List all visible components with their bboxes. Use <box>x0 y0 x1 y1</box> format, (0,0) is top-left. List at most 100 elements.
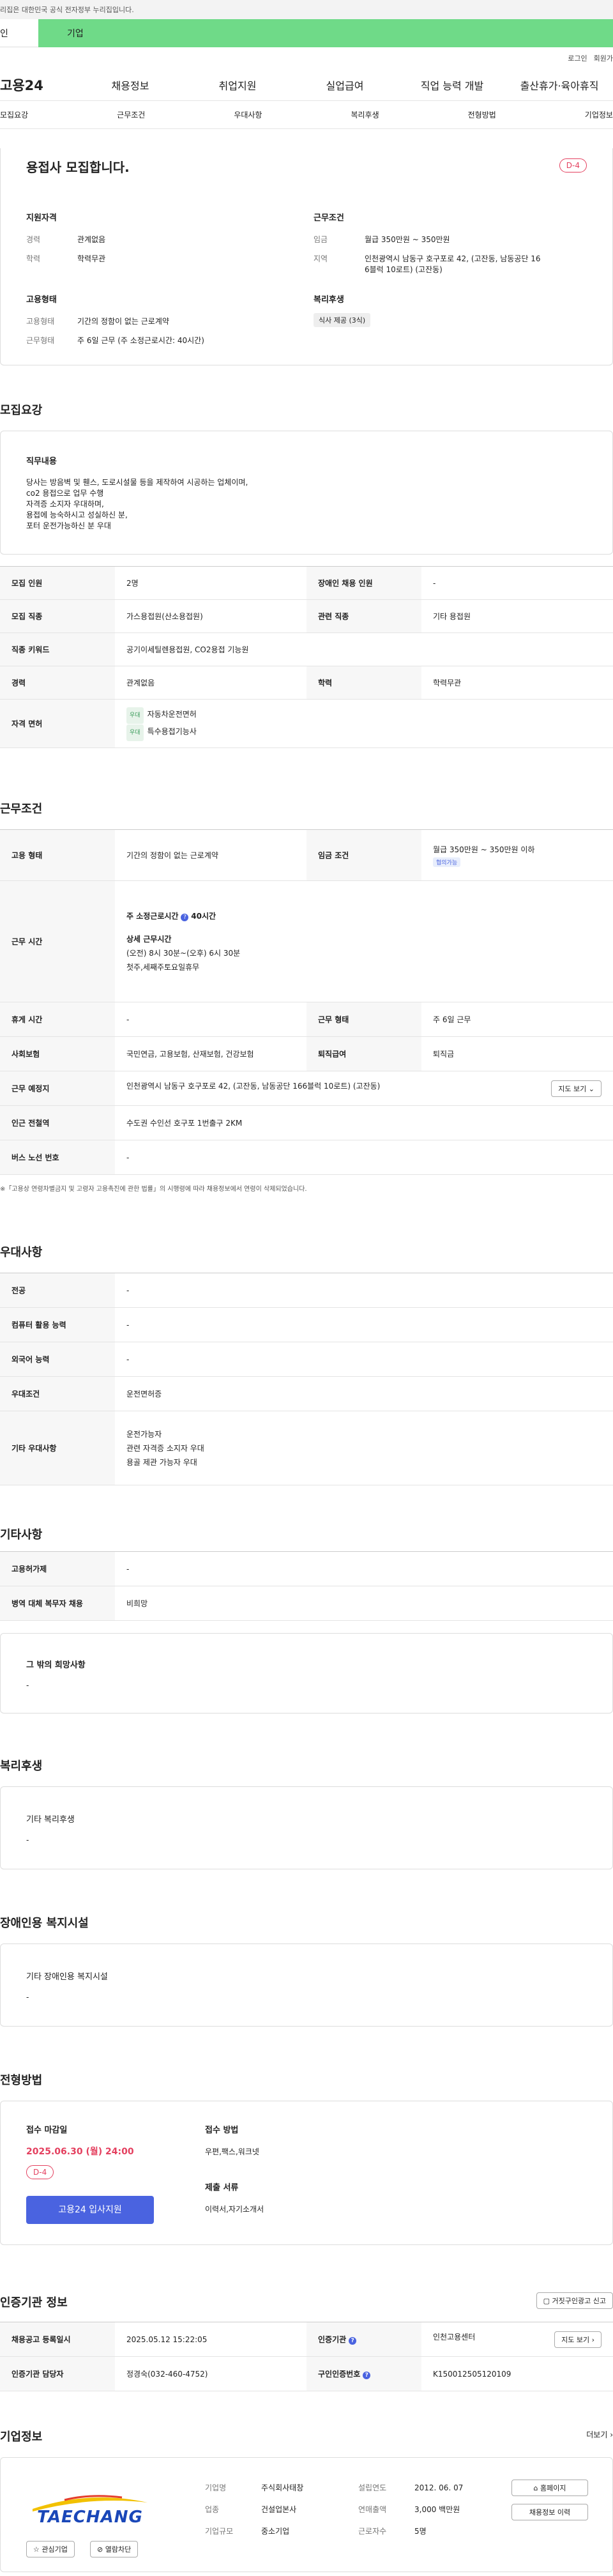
cert-map-button[interactable]: 지도 보기 › <box>554 2331 602 2348</box>
company-more-link[interactable]: 더보기 › <box>586 2429 613 2440</box>
info-icon[interactable]: ? <box>181 913 189 921</box>
disabled-section-title: 장애인용 복지시설 <box>0 1917 89 1930</box>
wage-value: 월급 350만원 ~ 350만원 이하 <box>433 845 535 854</box>
map-button[interactable]: 지도 보기 ⌄ <box>551 1080 602 1097</box>
homepage-button[interactable]: ⌂ 홈페이지 <box>511 2480 588 2496</box>
duty-line: 자격증 소지자 우대하며, <box>26 500 104 509</box>
info-icon[interactable]: ? <box>349 2337 357 2345</box>
gnb-item-training[interactable]: 직업 능력 개발 <box>398 77 506 93</box>
subnav-company[interactable]: 기업정보 <box>585 109 613 120</box>
job-type: 가스용접원(산소용접원) <box>115 599 306 633</box>
welfare-box-title: 기타 복리후생 <box>26 1815 75 1825</box>
map-button-label: 지도 보기 <box>558 1084 587 1093</box>
tab-business[interactable]: 기업 <box>38 19 613 47</box>
revenue-label: 연매출액 <box>358 2505 387 2514</box>
gnb-item-jobs[interactable]: 채용정보 <box>77 77 184 93</box>
report-button-label: 거짓구인광고 신고 <box>552 2297 606 2305</box>
loc-label: 지역 <box>314 254 328 263</box>
tab-person[interactable]: 인 <box>0 19 38 47</box>
info-icon[interactable]: ? <box>363 2372 371 2379</box>
gnb-item-unemployment[interactable]: 실업급여 <box>291 77 398 93</box>
subnav-recruit[interactable]: 모집요강 <box>0 109 28 120</box>
hours-label: 근무 시간 <box>0 880 115 1002</box>
disabled-count: - <box>421 566 613 600</box>
join-link[interactable]: 회원가 <box>594 53 613 63</box>
etc-prefer-label: 기타 우대사항 <box>0 1411 115 1485</box>
edu-label: 학력 <box>26 254 41 263</box>
license-name: 자동차운전면허 <box>147 709 197 719</box>
reg-date-value: 2025.05.12 15:22:05 <box>115 2322 306 2357</box>
company-name-label: 기업명 <box>205 2483 227 2492</box>
job-history-button[interactable]: 채용정보 이력 <box>511 2504 588 2520</box>
block-button[interactable]: ⊘ 열람차단 <box>90 2541 139 2557</box>
major-value: - <box>115 1273 613 1308</box>
qual-title: 지원자격 <box>26 213 57 223</box>
wage-label: 임금 조건 <box>306 829 421 881</box>
career-value: 관계없음 <box>115 666 306 700</box>
company-title: 기업정보 <box>0 2430 43 2444</box>
subway-label: 인근 전철역 <box>0 1105 115 1140</box>
more-label: 더보기 <box>586 2430 608 2439</box>
subway-value: 수도권 수인선 호구포 1번출구 2KM <box>115 1105 613 1140</box>
welfare-box-value: - <box>26 1836 29 1844</box>
retire-value: 퇴직금 <box>421 1036 613 1071</box>
computer-value: - <box>115 1307 613 1342</box>
other-table: 고용허가제 - 병역 대체 복무자 채용 비희망 <box>0 1551 613 1621</box>
company-fields-right: 설립연도 2012. 06. 07 연매출액 3,000 백만원 근로자수 5명 <box>358 2477 463 2542</box>
docs-label: 제출 서류 <box>205 2183 239 2193</box>
insurance-label: 사회보험 <box>0 1036 115 1071</box>
subnav-process[interactable]: 전형방법 <box>468 109 496 120</box>
fav-button[interactable]: ☆ 관심기업 <box>26 2541 75 2557</box>
retire-label: 퇴직급여 <box>306 1036 421 1071</box>
wish-card: 그 밖의 희망사항 - <box>0 1633 613 1713</box>
chevron-down-icon: ⌄ <box>588 1084 594 1093</box>
duty-line: 포터 운전가능하신 분 우대 <box>26 521 111 530</box>
language-label: 외국어 능력 <box>0 1342 115 1377</box>
subnav-conditions[interactable]: 근무조건 <box>117 109 145 120</box>
block-icon: ⊘ <box>97 2545 103 2554</box>
gov-notice-text: 리집은 대한민국 공식 전자정부 누리집입니다. <box>0 6 134 14</box>
site-logo[interactable]: 고용24 <box>0 75 77 95</box>
emptype-value: 기간의 정함이 없는 근로계약 <box>77 317 169 326</box>
wish-value: - <box>26 1681 29 1690</box>
hours-main: 주 소정근로시간 <box>126 911 179 921</box>
hours-detail-1: (오전) 8시 30분~(오후) 6시 30분 <box>126 948 241 958</box>
industry-label: 업종 <box>205 2505 220 2514</box>
global-nav: 고용24 채용정보 취업지원 실업급여 직업 능력 개발 출산휴가·육아휴직 <box>0 69 613 101</box>
apply-button[interactable]: 고용24 입사지원 <box>26 2196 154 2224</box>
report-button[interactable]: ▢ 거짓구인광고 신고 <box>536 2292 613 2309</box>
career-label: 경력 <box>0 666 115 700</box>
docs-value: 이력서,자기소개서 <box>205 2205 264 2214</box>
age-note: ※「고용상 연령차별금지 및 고령자 고용촉진에 관한 법률」의 시행령에 따라… <box>0 1186 307 1193</box>
prefer-title: 우대사항 <box>0 1246 43 1259</box>
utility-links: 로그인 회원가 <box>0 47 613 69</box>
deadline-label: 접수 마감일 <box>26 2126 68 2135</box>
recruit-table: 모집 인원 2명 장애인 채용 인원 - 모집 직종 가스용접원(산소용접원) 관련 직종… <box>0 566 613 748</box>
industry: 건설업본사 <box>261 2505 297 2514</box>
bus-value: - <box>115 1140 613 1175</box>
gnb-item-maternity[interactable]: 출산휴가·육아휴직 <box>506 77 613 93</box>
login-link[interactable]: 로그인 <box>568 53 587 63</box>
recruit-count: 2명 <box>115 566 306 600</box>
etc-prefer-item: 관련 자격증 소지자 우대 <box>126 1443 204 1453</box>
welfare-card: 기타 복리후생 - <box>0 1786 613 1869</box>
gnb-item-employment-support[interactable]: 취업지원 <box>184 77 291 93</box>
cert-title: 인증기관 정보 <box>0 2296 68 2310</box>
revenue: 3,000 백만원 <box>414 2505 460 2514</box>
founded-label: 설립연도 <box>358 2483 387 2492</box>
cert-map-button-label: 지도 보기 <box>561 2335 590 2344</box>
license-label: 자격 면허 <box>0 699 115 748</box>
conditions-title: 근무조건 <box>0 802 43 816</box>
disabled-box-title: 기타 장애인용 복지시설 <box>26 1972 108 1982</box>
home-icon: ⌂ <box>533 2484 538 2492</box>
method-label: 접수 방법 <box>205 2126 239 2135</box>
worktype-label: 근무형태 <box>26 336 55 345</box>
subnav-prefer[interactable]: 우대사항 <box>234 109 262 120</box>
chevron-right-icon: › <box>591 2335 594 2344</box>
prefer-cond-label: 우대조건 <box>0 1376 115 1411</box>
rest-value: - <box>115 1002 306 1037</box>
process-card: 접수 마감일 2025.06.30 (월) 24:00 D-4 고용24 입사지… <box>0 2101 613 2245</box>
hours-detail-title: 상세 근무시간 <box>126 934 172 944</box>
company-card: TAECHANG ☆ 관심기업 ⊘ 열람차단 기업명 주식회사태창 업종 건설업본사… <box>0 2457 613 2572</box>
subnav-welfare[interactable]: 복리후생 <box>351 109 379 120</box>
